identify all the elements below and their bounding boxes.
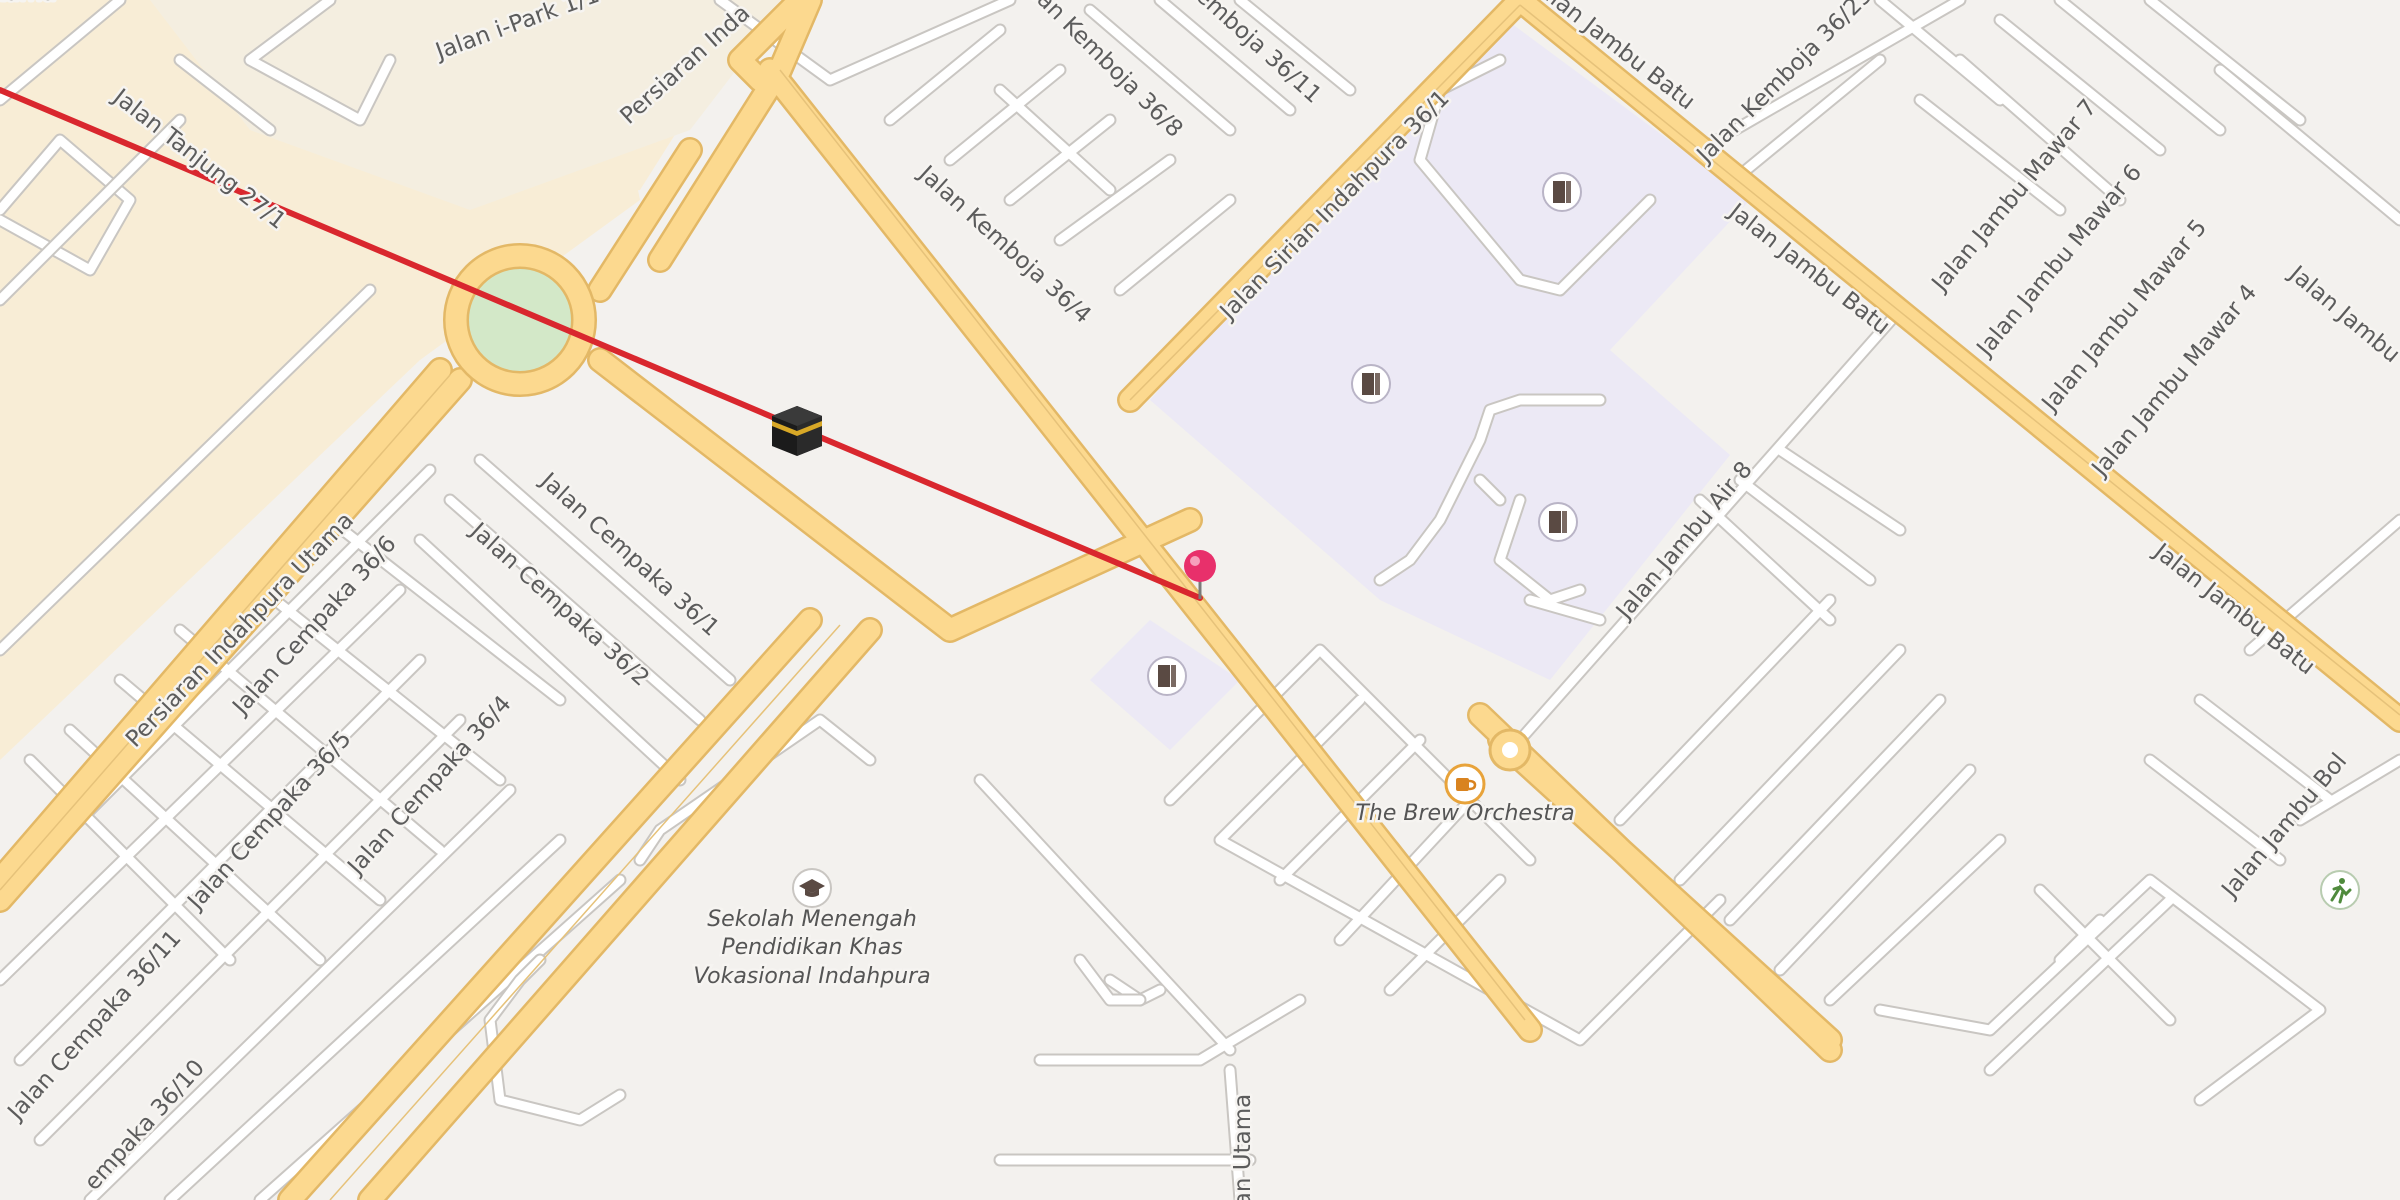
street-label: an Utama (1230, 1094, 1256, 1200)
street-label: an Utama (0, 0, 56, 6)
school-icon[interactable] (1147, 656, 1187, 696)
school-icon[interactable] (1351, 364, 1391, 404)
cafe-label: The Brew Orchestra (1355, 801, 1574, 826)
school-icon[interactable] (1538, 502, 1578, 542)
cafe-icon[interactable] (1444, 763, 1486, 805)
map-canvas[interactable]: Jalan i-Park 1/1 Persiaran Inda Jalan Ta… (0, 0, 2400, 1200)
school-label-line1: Sekolah Menengah (707, 907, 917, 932)
playground-icon[interactable] (2320, 870, 2360, 910)
school-icon[interactable] (1542, 172, 1582, 212)
school-label-line2: Pendidikan Khas (721, 935, 902, 960)
school-label-line3: Vokasional Indahpura (693, 964, 930, 989)
kaaba-icon (772, 406, 822, 456)
school-icon[interactable] (792, 868, 832, 908)
